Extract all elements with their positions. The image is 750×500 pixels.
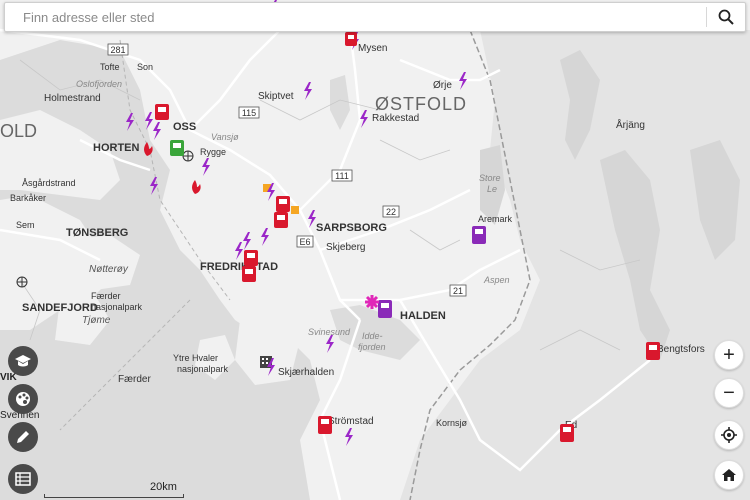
- zoom-out-button[interactable]: −: [714, 378, 744, 408]
- label-skiptvet: Skiptvet: [258, 91, 294, 102]
- search-button[interactable]: [707, 3, 745, 31]
- fuel-pump-icon: [276, 196, 290, 212]
- scale-bar: [44, 494, 184, 498]
- orange-marker: [291, 206, 299, 214]
- layers-button[interactable]: [8, 346, 38, 376]
- search-bar: [4, 2, 746, 32]
- basemap-button[interactable]: [8, 384, 38, 414]
- locator-symbol: [16, 276, 28, 288]
- road-shield-label: E6: [299, 237, 310, 247]
- graduation-cap-icon: [15, 355, 31, 367]
- label-tonsberg: TØNSBERG: [66, 227, 128, 239]
- crosshair-icon: [721, 427, 737, 443]
- label-notteroy: Nøtterøy: [89, 264, 129, 275]
- pencil-icon: [17, 431, 29, 443]
- locator-symbol: [182, 150, 194, 162]
- label-moss: OSS: [173, 121, 196, 133]
- label-rakkestad: Rakkestad: [372, 113, 419, 124]
- label-stromstad: Strömstad: [328, 416, 374, 427]
- label-hvaler2: nasjonalpark: [177, 364, 229, 374]
- label-store-le: Store: [479, 173, 501, 183]
- fuel-pump-icon: [472, 226, 486, 244]
- fuel-pump-icon: [378, 300, 392, 318]
- home-icon: [722, 469, 736, 481]
- label-holmestrand: Holmestrand: [44, 93, 101, 104]
- road-shield-label: 21: [453, 286, 463, 296]
- label-horten: HORTEN: [93, 142, 140, 154]
- label-halden: HALDEN: [400, 310, 446, 322]
- locate-button[interactable]: [714, 420, 744, 450]
- label-faerder-np2: nasjonalpark: [91, 302, 143, 312]
- label-store-le-2: Le: [487, 184, 497, 194]
- label-vansjo: Vansjø: [211, 132, 239, 142]
- legend-button[interactable]: [8, 464, 38, 494]
- road-shield-label: 281: [110, 45, 125, 55]
- road-shield-115: 115: [238, 106, 260, 119]
- label-ostfold: ØSTFOLD: [375, 94, 467, 114]
- label-oslofjorden: Oslofjorden: [76, 79, 122, 89]
- list-icon: [15, 472, 31, 486]
- label-sarpsborg: SARPSBORG: [316, 222, 387, 234]
- label-faerder-np1: Færder: [91, 291, 121, 301]
- label-fjorden: fjorden: [358, 342, 386, 352]
- scale-label: 20km: [150, 481, 177, 493]
- map-canvas[interactable]: 281 115 111 22 21 E6 ØSTFOLD OLD Mysen Ø…: [0, 0, 750, 500]
- pink-star-icon: [365, 295, 379, 309]
- label-hvaler1: Ytre Hvaler: [173, 353, 218, 363]
- draw-button[interactable]: [8, 422, 38, 452]
- label-aspen: Aspen: [483, 275, 510, 285]
- road-shield-281: 281: [107, 43, 129, 56]
- label-sandefjord: SANDEFJORD: [22, 302, 98, 314]
- fuel-pump-icon: [274, 212, 288, 228]
- label-orje: Ørje: [433, 80, 452, 91]
- label-svinesund: Svinesund: [308, 327, 351, 337]
- home-button[interactable]: [714, 460, 744, 490]
- label-arjang: Årjäng: [616, 118, 645, 131]
- fuel-pump-icon: [345, 32, 357, 46]
- label-faerder: Færder: [118, 374, 151, 385]
- label-bengtsfors: Bengtsfors: [657, 344, 705, 355]
- road-shield-21: 21: [449, 284, 467, 297]
- fuel-pump-icon: [318, 416, 332, 434]
- label-tjome: Tjøme: [82, 315, 111, 326]
- fuel-pump-icon: [170, 140, 184, 156]
- label-rygge: Rygge: [200, 147, 226, 157]
- road-shield-label: 111: [335, 171, 349, 181]
- search-input[interactable]: [5, 3, 706, 31]
- label-mysen: Mysen: [358, 43, 387, 54]
- fuel-pump-icon: [244, 250, 258, 266]
- fuel-pump-icon: [242, 266, 256, 282]
- fuel-pump-icon: [560, 424, 574, 442]
- label-aremark: Aremark: [478, 214, 513, 224]
- label-barkaker: Barkåker: [10, 193, 46, 203]
- label-fold: OLD: [0, 121, 37, 141]
- label-skjeberg: Skjeberg: [326, 242, 365, 253]
- label-son: Son: [137, 62, 153, 72]
- label-tofte: Tofte: [100, 62, 120, 72]
- road-shield-e6: E6: [296, 235, 314, 248]
- label-fredrikstad: FREDRIKSTAD: [200, 261, 278, 273]
- road-shield-22: 22: [382, 205, 400, 218]
- label-asgardstrand: Åsgårdstrand: [22, 178, 76, 188]
- road-shield-111: 111: [331, 169, 353, 182]
- fuel-pump-icon: [646, 342, 660, 360]
- label-sem: Sem: [16, 220, 35, 230]
- fuel-pump-icon: [155, 104, 169, 120]
- label-kornsjo: Kornsjø: [436, 418, 468, 428]
- road-shield-label: 22: [386, 207, 396, 217]
- label-skjaerhalden: Skjærhalden: [278, 367, 334, 378]
- search-icon: [718, 9, 734, 25]
- palette-icon: [16, 392, 30, 406]
- zoom-in-button[interactable]: +: [714, 340, 744, 370]
- label-idde: Idde-: [362, 331, 383, 341]
- road-shield-label: 115: [242, 108, 256, 118]
